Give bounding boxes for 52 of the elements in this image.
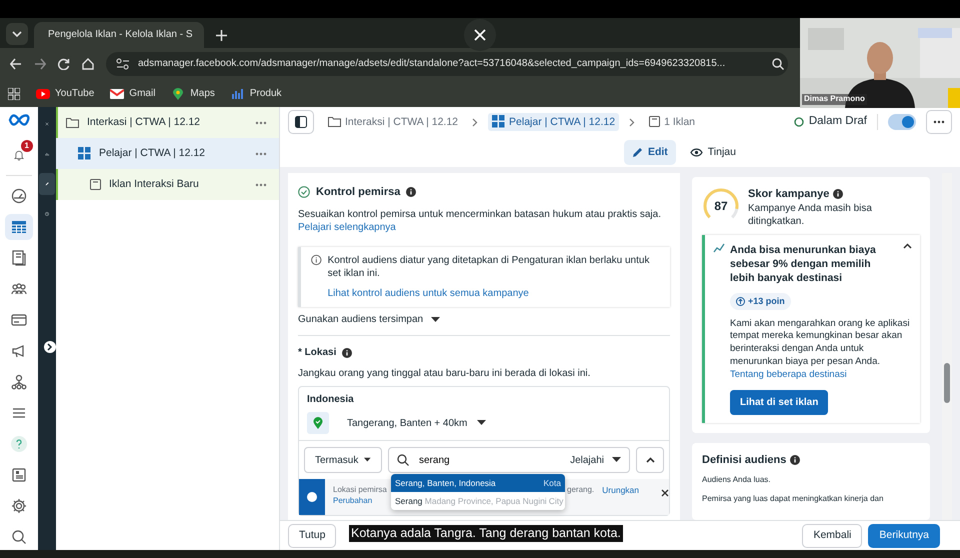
description-text: Sesuaikan kontrol pemirsa untuk mencerminkan batasan hukum atau praktis saja. [298,208,662,222]
learn-more-link[interactable]: Pelajari selengkapnya [298,221,396,235]
status-label: Dalam Draf [794,114,867,130]
bookmark-link[interactable]: Produk [230,86,282,100]
notification-badge: 1 [20,140,33,152]
address-bar[interactable]: adsmanager.facebook.com/adsmanager/manage/adsets/edit/standalone?act=53716048&selected_campaign_ids=6949623320815... [106,52,788,76]
alert-text: gerang. [567,485,594,496]
alert-text: Lokasi pemirsa [333,485,388,496]
subtitle-caption: Kotanya adala Tangra. Tang derang bantan kota. [349,525,623,542]
breadcrumb-link[interactable]: Interaksi | CTWA | 12.12 [324,112,462,132]
points-badge: +13 poin [730,293,791,310]
suggestion-item[interactable]: Serang, Banten, Indonesia Kota [391,474,565,492]
country-label: Indonesia [307,392,355,406]
bookmark-link[interactable]: Gmail [110,86,156,100]
about-destinations-link[interactable]: Tentang beberapa destinasi [730,368,847,380]
section-title: * Lokasi [298,346,336,360]
score-value: 87 [713,198,729,215]
presenter-name: Dimas Pramono [802,94,867,105]
audience-summary: Audiens Anda luas. [702,475,772,486]
audience-detail: Pemirsa yang luas dapat meningkatkan kinerja dan [702,494,884,505]
location-search-field[interactable]: serang Jelajahi [388,447,630,474]
close-button[interactable]: Tutup [288,524,336,548]
url-text: adsmanager.facebook.com/adsmanager/manage/adsets/edit/standalone?act=53716048&selected_campaign_ids=6949623320815... [138,57,726,71]
breadcrumb-link[interactable]: 1 Iklan [645,112,699,132]
section-title: Definisi audiens [702,452,786,468]
section-title: Kontrol pemirsa [316,185,400,200]
notice-text: Kontrol audiens diatur yang ditetapkan di Pengaturan iklan berlaku untuk set iklan ini. [328,254,650,281]
notice-link[interactable]: Lihat kontrol audiens untuk semua kampanye [328,286,529,300]
recommendation-title: Anda bisa menurunkan biaya sebesar 9% dengan memilih lebih banyak destinasi [730,242,877,286]
bookmark-link[interactable]: YouTube [36,86,94,100]
description-text: Jangkau orang yang tinggal atau baru-baru ini berada di lokasi ini. [298,367,592,381]
suggestion-item[interactable]: Serang Madang Province, Papua Nugini City [391,492,565,510]
bookmark-link[interactable]: Maps [171,86,215,100]
browse-dropdown[interactable]: Jelajahi [570,454,621,468]
location-radius-dropdown[interactable]: Tangerang, Banten + 40km [347,416,486,430]
saved-audience-dropdown[interactable]: Gunakan audiens tersimpan [298,313,440,327]
mode-tab[interactable]: Edit [624,140,676,164]
tree-item[interactable]: Iklan Interaksi Baru [56,169,279,200]
include-dropdown[interactable]: Termasuk [304,447,382,474]
next-button[interactable]: Berikutnya [868,524,940,548]
back-button[interactable]: Kembali [802,524,862,548]
score-subtitle: Kampanye Anda masih bisa ditingkatkan. [748,202,873,229]
recommendation-text: Kami akan mengarahkan orang ke aplikasi tempat mereka kemungkinan besar akan berinteraksi dengan Anda untuk menurunkan biaya per pesan Anda. [730,318,911,369]
mode-tab[interactable]: Tinjau [682,140,744,164]
undo-link[interactable]: Urungkan [602,485,639,497]
breadcrumb-link[interactable]: Pelajar | CTWA | 12.12 [488,112,620,132]
tree-item[interactable]: Interkasi | CTWA | 12.12 [56,107,279,138]
score-title: Skor kampanye [748,187,830,202]
tree-item[interactable]: Pelajar | CTWA | 12.12 [56,138,279,169]
view-in-adset-button[interactable]: Lihat di set iklan [730,390,828,415]
browser-tab[interactable]: Pengelola Iklan - Kelola Iklan - S [34,22,204,48]
tab-title: Pengelola Iklan - Kelola Iklan - S [48,28,193,42]
